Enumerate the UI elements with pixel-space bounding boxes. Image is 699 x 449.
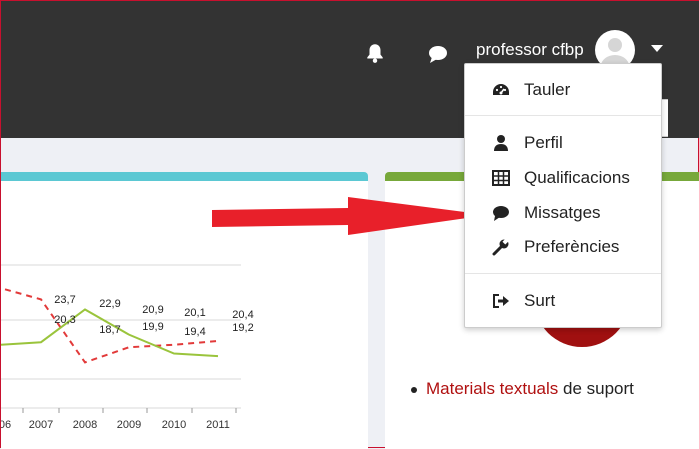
menu-item-label: Surt [524,291,556,310]
menu-item-label: Tauler [524,80,571,99]
menu-item-preferences[interactable]: Preferències [465,232,661,262]
materials-link[interactable]: Materials textuals [426,379,558,398]
comment-icon [493,206,509,221]
bell-icon[interactable] [364,42,386,64]
data-label: 19,2 [232,322,253,334]
data-label: 19,4 [184,326,205,338]
menu-item-logout[interactable]: Surt [465,286,661,316]
x-tick-label: 2009 [117,419,141,431]
data-label: 20,1 [184,307,205,319]
menu-item-label: Perfil [524,133,563,152]
list-item: Materials textuals de suport [411,379,634,399]
data-label: 18,7 [99,324,120,336]
bullet-dot [411,386,417,393]
menu-item-label: Qualificacions [524,168,630,187]
x-tick-label: 2008 [73,419,97,431]
chat-icon[interactable] [427,44,449,64]
x-tick-label: 2011 [206,419,230,431]
data-label: 23,7 [54,294,75,306]
data-label: 20,9 [142,304,163,316]
link-suffix: de suport [558,379,634,398]
x-tick-label: 2010 [162,419,186,431]
menu-divider [465,273,661,274]
menu-item-label: Missatges [524,203,601,222]
data-label: 22,9 [99,298,120,310]
x-tick-label: 2007 [29,419,53,431]
menu-item-profile[interactable]: Perfil [465,128,661,158]
user-menu-dropdown: Tauler Perfil Qualificacions Missatges P… [464,63,662,328]
menu-item-label: Preferències [524,237,620,256]
chevron-down-icon[interactable] [651,45,663,52]
table-icon [492,170,510,186]
dashboard-icon [493,84,509,95]
wrench-icon [492,238,510,256]
data-label: 20,3 [54,314,75,326]
data-label: 19,9 [142,321,163,333]
user-icon [494,135,508,151]
menu-item-grades[interactable]: Qualificacions [465,163,661,193]
data-label: 20,4 [232,309,253,321]
user-name[interactable]: professor cfbp [476,39,584,61]
x-tick-label: 06 [1,419,11,431]
menu-item-dashboard[interactable]: Tauler [465,75,661,105]
menu-divider [465,115,661,116]
menu-item-messages[interactable]: Missatges [465,198,661,228]
sign-out-icon [493,294,509,308]
red-arrow-annotation [212,197,488,235]
